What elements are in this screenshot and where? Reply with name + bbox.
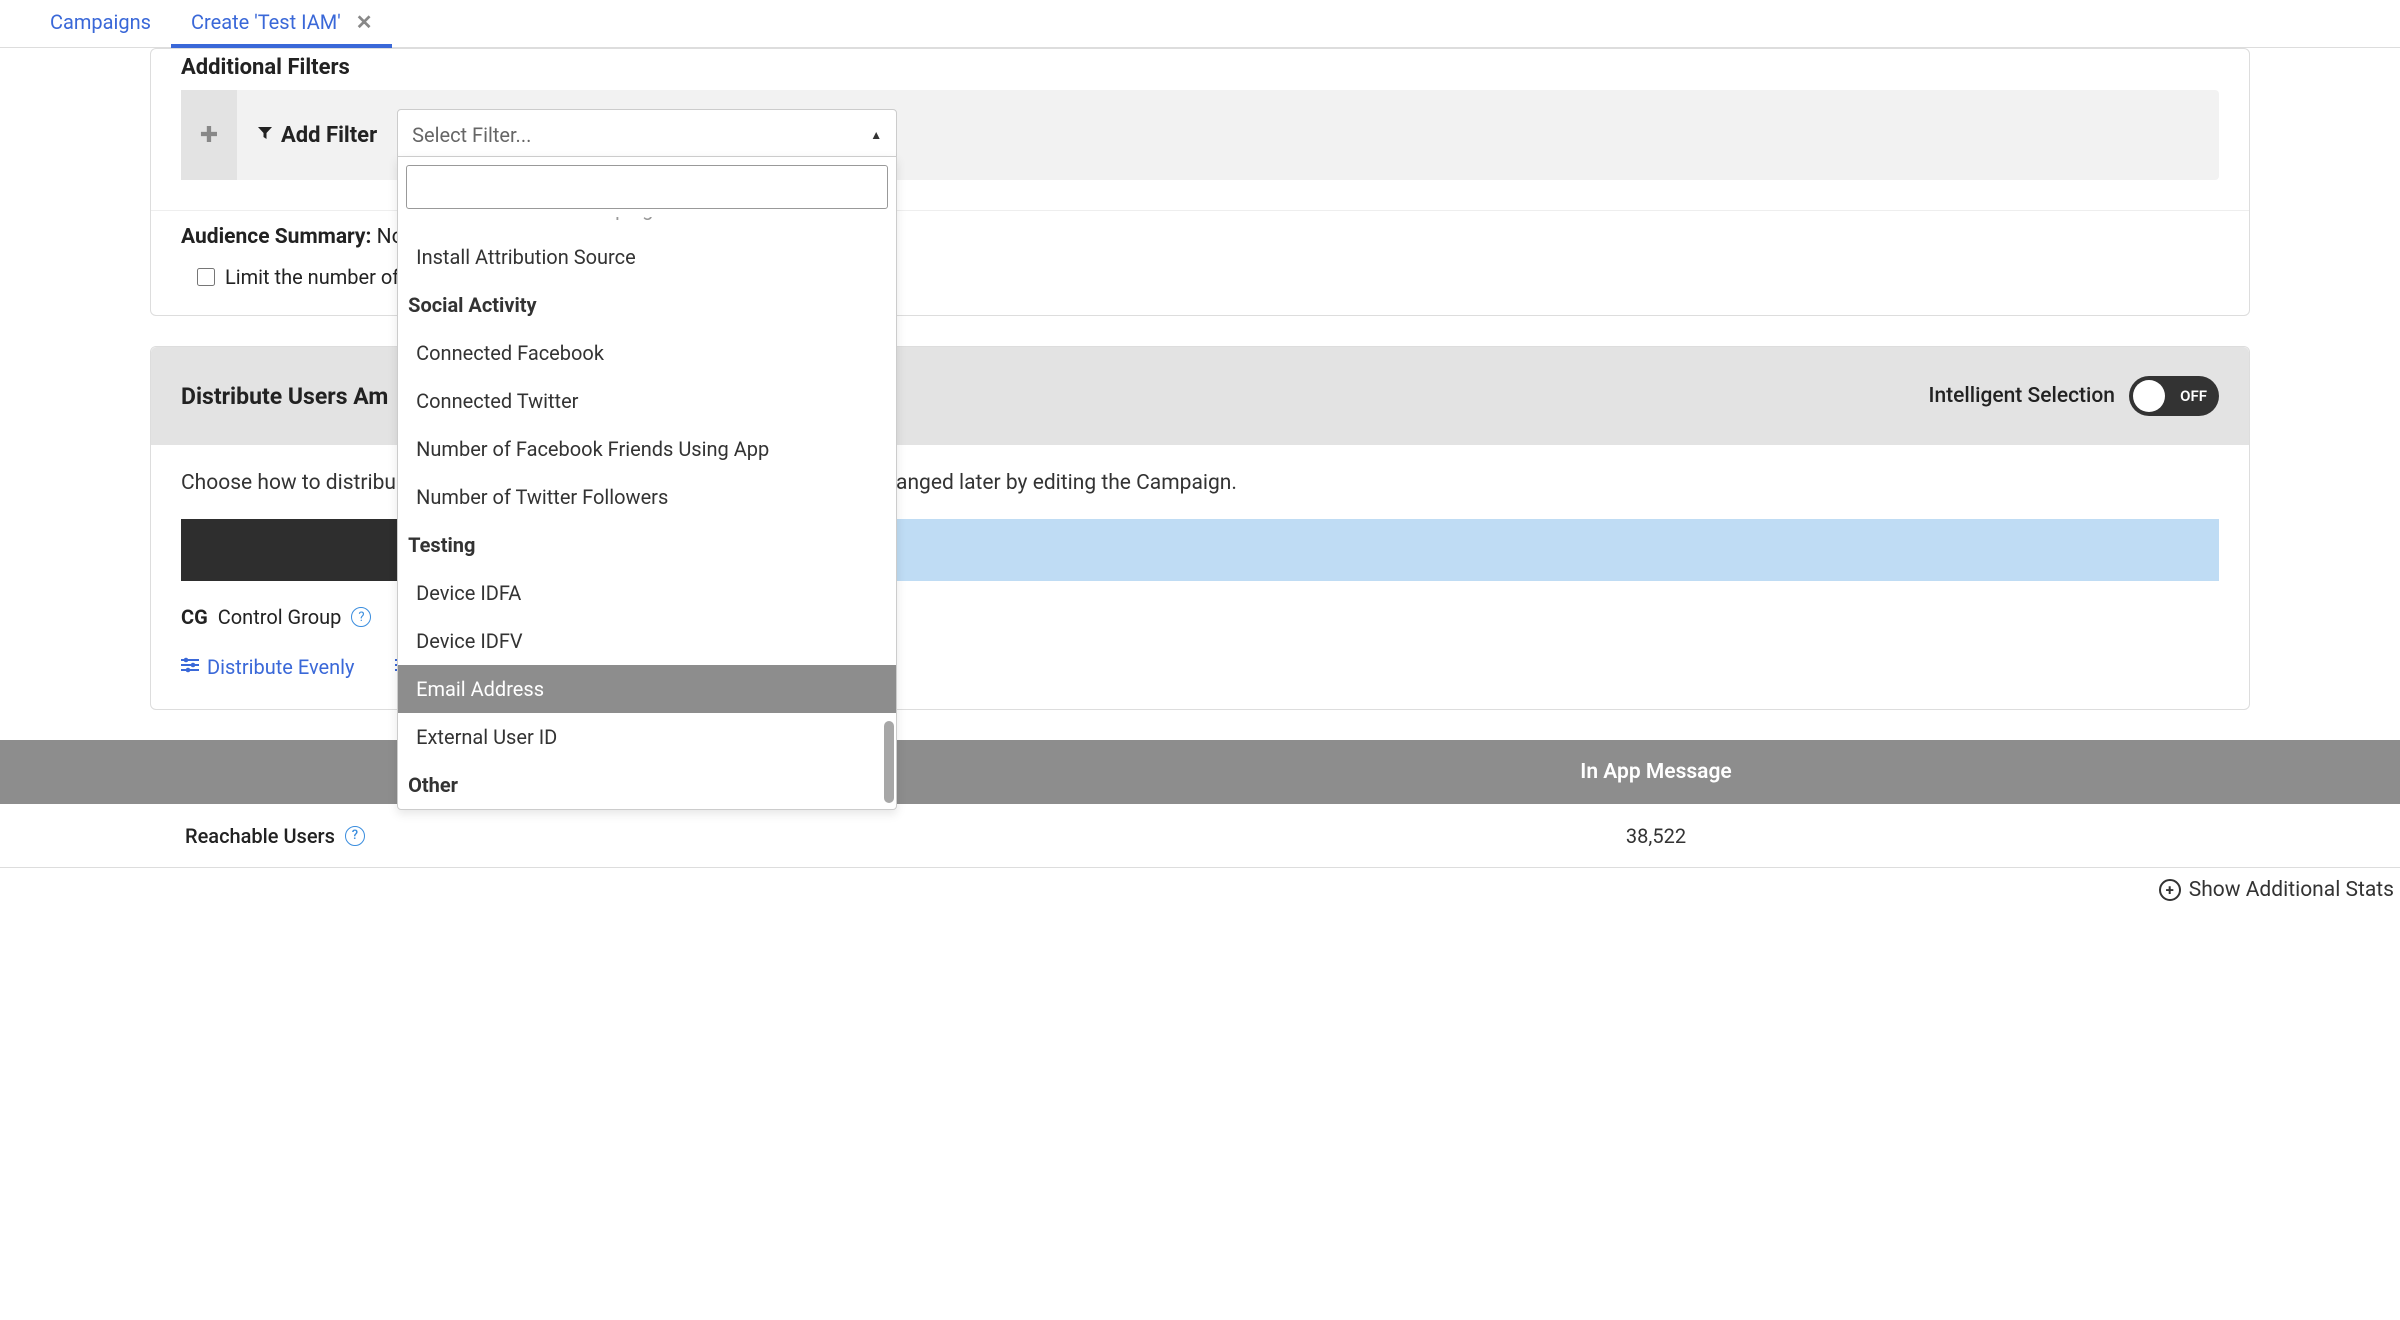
dropdown-item-fb-friends[interactable]: Number of Facebook Friends Using App [398, 425, 896, 473]
toggle-knob [2133, 380, 2165, 412]
dropdown-group-social: Social Activity [398, 281, 896, 329]
toggle-state-label: OFF [2180, 387, 2207, 405]
dropdown-item-install-campaign[interactable]: Install Attribution Campaign [398, 217, 896, 233]
stats-row-reachable: Reachable Users ? 38,522 [0, 804, 2400, 868]
dropdown-list[interactable]: Install Attribution Campaign Install Att… [398, 217, 896, 809]
sliders-icon [181, 657, 199, 677]
distribute-title: Distribute Users Am [181, 383, 388, 410]
filter-dropdown: Install Attribution Campaign Install Att… [397, 156, 897, 810]
stats-table: In App Message Reachable Users ? 38,522 [0, 740, 2400, 868]
stats-reachable-label: Reachable Users [185, 824, 335, 848]
intelligent-selection-toggle[interactable]: OFF [2129, 376, 2219, 416]
dropdown-scrollbar[interactable] [884, 721, 894, 803]
distribute-text-prefix: Choose how to distribu [181, 471, 396, 495]
add-filter-plus-button[interactable]: ✚ [181, 90, 237, 180]
footer: + Show Additional Stats [0, 868, 2400, 912]
dropdown-search-wrap [398, 157, 896, 217]
caret-up-icon: ▲ [870, 128, 882, 142]
intelligent-selection-label: Intelligent Selection [1929, 384, 2115, 408]
stats-header-row: In App Message [0, 740, 2400, 804]
stats-reachable-value: 38,522 [912, 824, 2400, 848]
dropdown-item-connected-facebook[interactable]: Connected Facebook [398, 329, 896, 377]
dropdown-item-device-idfv[interactable]: Device IDFV [398, 617, 896, 665]
help-icon[interactable]: ? [345, 826, 365, 846]
filter-row: ✚ Add Filter Select Filter... ▲ [181, 90, 2219, 180]
dropdown-item-external-user-id[interactable]: External User ID [398, 713, 896, 761]
add-filter-label: Add Filter [237, 90, 397, 180]
close-icon[interactable]: ✕ [356, 10, 373, 34]
dropdown-item-connected-twitter[interactable]: Connected Twitter [398, 377, 896, 425]
funnel-icon [257, 125, 273, 145]
plus-circle-icon: + [2159, 879, 2181, 901]
control-group-label: Control Group [218, 605, 342, 629]
limit-users-label: Limit the number of [225, 265, 399, 289]
limit-users-checkbox[interactable] [197, 268, 215, 286]
dropdown-item-install-source[interactable]: Install Attribution Source [398, 233, 896, 281]
filters-title: Additional Filters [151, 55, 2249, 90]
dropdown-item-device-idfa[interactable]: Device IDFA [398, 569, 896, 617]
stats-reachable-label-cell: Reachable Users ? [0, 824, 912, 848]
dropdown-group-other: Other [398, 761, 896, 809]
dropdown-group-testing: Testing [398, 521, 896, 569]
tab-campaigns[interactable]: Campaigns [30, 0, 171, 47]
filter-select-wrap: Select Filter... ▲ Install Attribution C… [397, 90, 897, 180]
show-additional-stats-link[interactable]: + Show Additional Stats [2159, 878, 2394, 902]
dropdown-item-email-address[interactable]: Email Address [398, 665, 896, 713]
cg-badge: CG [181, 605, 208, 629]
dropdown-item-tw-followers[interactable]: Number of Twitter Followers [398, 473, 896, 521]
audience-summary-label: Audience Summary: [181, 225, 371, 249]
add-filter-text: Add Filter [281, 123, 377, 148]
show-additional-stats-label: Show Additional Stats [2189, 878, 2394, 902]
filter-select-placeholder: Select Filter... [412, 123, 531, 147]
tabs-bar: Campaigns Create 'Test IAM' ✕ [0, 0, 2400, 48]
tab-create-label: Create 'Test IAM' [191, 10, 341, 34]
dropdown-search-input[interactable] [406, 165, 888, 209]
tab-create-iam[interactable]: Create 'Test IAM' ✕ [171, 0, 392, 48]
help-icon[interactable]: ? [351, 607, 371, 627]
distribute-evenly-label: Distribute Evenly [207, 655, 355, 679]
intelligent-selection-wrap: Intelligent Selection OFF [1929, 376, 2219, 416]
distribute-evenly-link[interactable]: Distribute Evenly [181, 655, 355, 679]
distribute-text-suffix: anged later by editing the Campaign. [896, 471, 1237, 495]
filter-select[interactable]: Select Filter... ▲ [397, 109, 897, 161]
plus-icon: ✚ [200, 123, 218, 148]
filters-card: Additional Filters ✚ Add Filter Select F… [150, 48, 2250, 316]
stats-header-message: In App Message [912, 760, 2400, 784]
distribution-bar-variant[interactable] [680, 519, 2219, 581]
